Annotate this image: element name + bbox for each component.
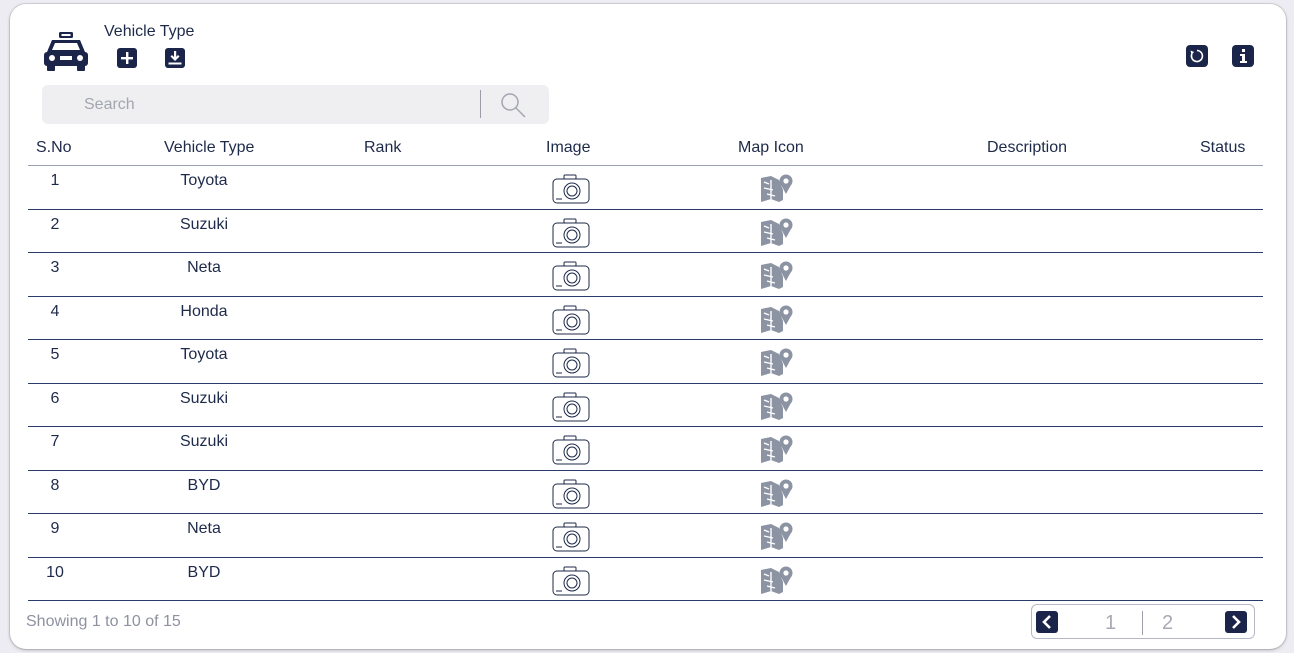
row-vehicle-type: Honda [180,302,228,320]
chevron-right-icon [1232,615,1241,629]
row-vehicle-type: BYD [187,476,221,494]
camera-icon[interactable] [552,348,590,378]
page-1-button[interactable]: 1 [1105,612,1116,635]
camera-icon[interactable] [552,218,590,248]
row-vehicle-type: Suzuki [179,389,229,407]
map-pin-icon[interactable] [759,216,793,248]
camera-icon[interactable] [552,174,590,204]
camera-icon[interactable] [552,435,590,465]
table-header: S.No Vehicle Type Rank Image Map Icon De… [20,132,1274,166]
map-pin-icon[interactable] [759,303,793,335]
table-row[interactable]: 6 Suzuki [28,384,1263,427]
row-vehicle-type: Suzuki [179,433,229,450]
row-vehicle-type: Toyota [180,172,228,189]
column-image[interactable]: Image [546,139,590,157]
next-page-button[interactable] [1225,611,1247,633]
table-row[interactable]: 7 Suzuki [28,427,1263,471]
row-sno: 7 [50,433,60,450]
showing-entries-text: Showing 1 to 10 of 15 [26,613,181,630]
table-row[interactable]: 1 Toyota [28,166,1263,210]
table-row[interactable]: 4 Honda [28,297,1263,340]
table-row[interactable]: 8 BYD [28,471,1263,514]
column-vehicle-type[interactable]: Vehicle Type [164,139,254,157]
column-status[interactable]: Status [1200,139,1245,157]
row-sno: 8 [50,476,60,494]
row-sno: 10 [46,563,64,581]
column-rank[interactable]: Rank [364,139,401,157]
table-body: 1 Toyota 2 Suzuki 3 Neta 4 Honda 5 Toyota 6 Suzuki 7… [10,166,1286,601]
row-sno: 6 [50,389,60,407]
map-pin-icon[interactable] [759,564,793,596]
chevron-left-icon [1042,615,1051,629]
camera-icon[interactable] [552,522,590,552]
search-input[interactable] [42,85,478,124]
info-button[interactable] [1232,45,1254,67]
column-description[interactable]: Description [987,139,1067,157]
table-row[interactable]: 2 Suzuki [28,210,1263,253]
download-icon [168,51,182,65]
prev-page-button[interactable] [1036,611,1058,633]
map-pin-icon[interactable] [759,259,793,291]
plus-icon [121,52,133,64]
download-button[interactable] [165,48,185,68]
map-pin-icon[interactable] [759,172,793,204]
camera-icon[interactable] [552,261,590,291]
row-sno: 4 [50,302,60,320]
row-sno: 2 [50,215,60,233]
info-icon [1240,49,1247,63]
row-vehicle-type: BYD [187,563,221,581]
page-2-button[interactable]: 2 [1162,612,1173,635]
add-vehicle-type-button[interactable] [117,48,137,68]
refresh-button[interactable] [1186,45,1208,67]
row-vehicle-type: Suzuki [179,215,229,233]
table-row[interactable]: 10 BYD [28,558,1263,601]
vehicle-type-panel: Vehicle Type S.N [10,4,1286,649]
column-map-icon[interactable]: Map Icon [738,139,804,157]
camera-icon[interactable] [552,479,590,509]
row-sno: 5 [50,346,60,363]
search-icon[interactable] [499,91,527,119]
taxi-car-icon [44,32,88,71]
row-sno: 1 [50,172,60,189]
row-sno: 9 [50,520,60,537]
search-divider [480,90,481,118]
row-vehicle-type: Neta [187,259,221,276]
map-pin-icon[interactable] [759,477,793,509]
map-pin-icon[interactable] [759,520,793,552]
row-vehicle-type: Neta [187,520,221,537]
column-sno[interactable]: S.No [36,139,72,157]
map-pin-icon[interactable] [759,390,793,422]
row-sno: 3 [50,259,60,276]
table-row[interactable]: 9 Neta [28,514,1263,558]
camera-icon[interactable] [552,392,590,422]
camera-icon[interactable] [552,305,590,335]
row-vehicle-type: Toyota [180,346,228,363]
map-pin-icon[interactable] [759,433,793,465]
pagination-divider [1142,611,1143,635]
pagination: 1 2 [1031,604,1255,639]
map-pin-icon[interactable] [759,346,793,378]
search-box [42,85,549,124]
table-row[interactable]: 5 Toyota [28,340,1263,384]
page-title: Vehicle Type [104,23,195,40]
table-row[interactable]: 3 Neta [28,253,1263,297]
refresh-icon [1190,49,1204,63]
camera-icon[interactable] [552,566,590,596]
